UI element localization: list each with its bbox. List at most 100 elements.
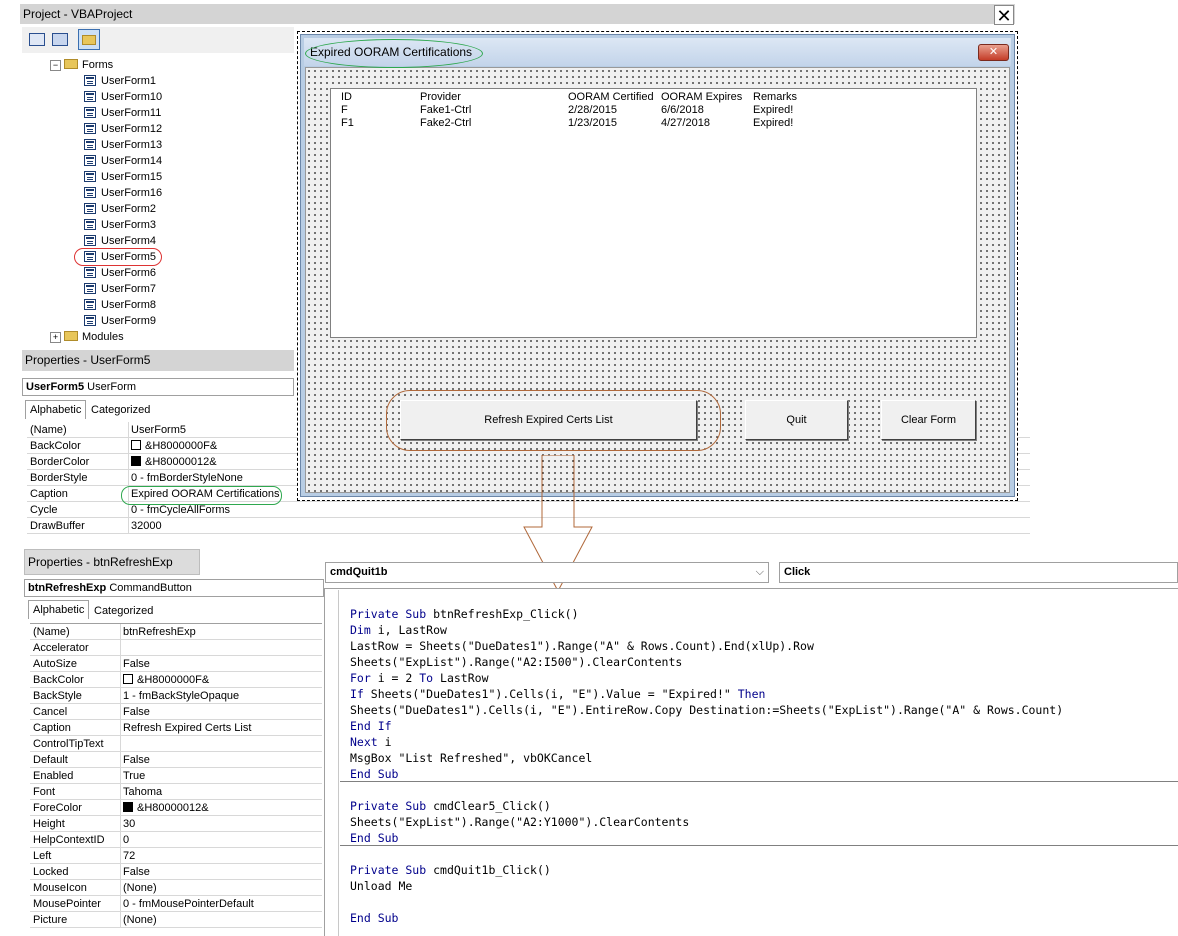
property-row[interactable]: Cancel False [30,704,322,720]
tab-categorized-btn[interactable]: Categorized [90,602,157,621]
tab-categorized[interactable]: Categorized [87,401,154,420]
property-row[interactable]: Locked False [30,864,322,880]
listbox-row[interactable]: F1 Fake2-Ctrl 1/23/2015 4/27/2018 Expired! [331,117,976,130]
property-row[interactable]: Caption Refresh Expired Certs List [30,720,322,736]
property-value[interactable]: 0 [123,832,129,848]
property-row[interactable]: AutoSize False [30,656,322,672]
tree-form-item[interactable]: UserForm14 [84,153,162,169]
property-value[interactable]: 72 [123,848,135,864]
quit-button[interactable]: Quit [745,400,848,440]
project-explorer-close-button[interactable]: ✕ [994,5,1014,26]
tree-form-item[interactable]: UserForm7 [84,281,156,297]
code-line[interactable]: Dim i, LastRow [350,622,447,638]
tab-alphabetic[interactable]: Alphabetic [25,400,87,419]
code-line[interactable]: Private Sub cmdQuit1b_Click() [350,862,551,878]
properties-form-object-selector[interactable]: UserForm5 UserForm [22,378,294,396]
property-value[interactable]: &H8000000F& [131,438,217,454]
property-value[interactable]: 32000 [131,518,162,534]
properties-btn-object-selector[interactable]: btnRefreshExp CommandButton [24,579,324,597]
property-value[interactable]: False [123,864,150,880]
code-line[interactable]: Sheets("DueDates1").Cells(i, "E").Entire… [350,702,1063,718]
tab-alphabetic-btn[interactable]: Alphabetic [28,600,90,619]
property-name: Accelerator [33,642,89,654]
code-line[interactable]: For i = 2 To LastRow [350,670,489,686]
property-row[interactable]: Picture (None) [30,912,322,928]
code-line[interactable]: End Sub [350,766,398,782]
property-row[interactable]: ForeColor &H80000012& [30,800,322,816]
property-row[interactable]: Left 72 [30,848,322,864]
userform-close-button[interactable]: ✕ [978,44,1009,61]
tree-form-item[interactable]: UserForm9 [84,313,156,329]
code-line[interactable]: LastRow = Sheets("DueDates1").Range("A" … [350,638,814,654]
tree-form-item[interactable]: UserForm1 [84,73,156,89]
property-value[interactable]: False [123,704,150,720]
tree-form-item[interactable]: UserForm16 [84,185,162,201]
property-value[interactable]: False [123,752,150,768]
property-value[interactable]: &H80000012& [123,800,209,816]
property-row[interactable]: Font Tahoma [30,784,322,800]
refresh-expired-certs-button[interactable]: Refresh Expired Certs List [400,400,697,440]
code-line[interactable]: If Sheets("DueDates1").Cells(i, "E").Val… [350,686,765,702]
property-value[interactable]: 1 - fmBackStyleOpaque [123,688,239,704]
tree-form-item[interactable]: UserForm11 [84,105,161,121]
property-value[interactable]: UserForm5 [131,422,186,438]
tree-form-item[interactable]: UserForm4 [84,233,156,249]
tree-form-item[interactable]: UserForm13 [84,137,162,153]
tree-form-item[interactable]: UserForm2 [84,201,156,217]
property-value[interactable]: 0 - fmMousePointerDefault [123,896,254,912]
tree-modules-folder[interactable]: + Modules [50,329,124,345]
view-object-icon[interactable] [52,33,68,46]
tree-form-label: UserForm10 [101,91,163,103]
chevron-down-icon[interactable]: ⌵ [756,563,764,582]
property-value[interactable]: False [123,656,150,672]
tree-form-item[interactable]: UserForm15 [84,169,162,185]
code-line[interactable]: End Sub [350,910,398,926]
tree-form-item[interactable]: UserForm6 [84,265,156,281]
property-value[interactable]: 0 - fmBorderStyleNone [131,470,243,486]
collapse-icon[interactable]: − [50,60,61,71]
property-value[interactable]: True [123,768,145,784]
code-line[interactable]: Private Sub cmdClear5_Click() [350,798,551,814]
view-code-icon[interactable] [29,33,45,46]
tree-forms-folder[interactable]: − Forms [50,57,113,73]
clear-form-button[interactable]: Clear Form [881,400,976,440]
property-row[interactable]: Accelerator [30,640,322,656]
property-row[interactable]: (Name) btnRefreshExp [30,624,322,640]
property-row[interactable]: Default False [30,752,322,768]
toggle-folders-icon[interactable] [78,29,100,50]
tree-form-item[interactable]: UserForm12 [84,121,162,137]
procedure-combo[interactable]: Click [779,562,1178,583]
property-row[interactable]: BackColor &H8000000F& [30,672,322,688]
properties-form-title: Properties - UserForm5 [22,350,294,371]
property-value[interactable]: 30 [123,816,135,832]
property-value[interactable]: Refresh Expired Certs List [123,720,251,736]
property-row[interactable]: Enabled True [30,768,322,784]
property-value[interactable]: &H8000000F& [123,672,209,688]
code-line[interactable]: Private Sub btnRefreshExp_Click() [350,606,579,622]
property-row[interactable]: BackStyle 1 - fmBackStyleOpaque [30,688,322,704]
expand-icon[interactable]: + [50,332,61,343]
expired-certs-listbox[interactable]: ID Provider OORAM Certified OORAM Expires Re… [330,88,977,338]
code-line[interactable]: Next i [350,734,392,750]
code-line[interactable]: MsgBox "List Refreshed", vbOKCancel [350,750,592,766]
property-value[interactable]: (None) [123,880,157,896]
code-line[interactable]: End Sub [350,830,398,846]
object-combo[interactable]: cmdQuit1b ⌵ [325,562,769,583]
property-row[interactable]: MousePointer 0 - fmMousePointerDefault [30,896,322,912]
code-line[interactable]: Sheets("ExpList").Range("A2:I500").Clear… [350,654,682,670]
listbox-row[interactable]: F Fake1-Ctrl 2/28/2015 6/6/2018 Expired! [331,104,976,117]
property-row[interactable]: ControlTipText [30,736,322,752]
property-value[interactable]: (None) [123,912,157,928]
code-line[interactable]: Unload Me [350,878,412,894]
property-row[interactable]: HelpContextID 0 [30,832,322,848]
property-value[interactable]: Tahoma [123,784,162,800]
property-value[interactable]: &H80000012& [131,454,217,470]
tree-form-item[interactable]: UserForm8 [84,297,156,313]
tree-form-item[interactable]: UserForm10 [84,89,162,105]
code-line[interactable]: Sheets("ExpList").Range("A2:Y1000").Clea… [350,814,689,830]
property-row[interactable]: MouseIcon (None) [30,880,322,896]
property-row[interactable]: Height 30 [30,816,322,832]
code-line[interactable]: End If [350,718,392,734]
tree-form-item[interactable]: UserForm3 [84,217,156,233]
property-value[interactable]: btnRefreshExp [123,624,196,640]
